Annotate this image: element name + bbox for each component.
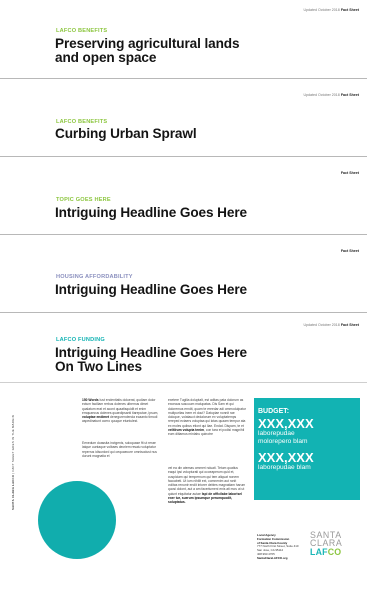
body-text: exetere Tugilia doluptalt, est aditas pa… (168, 398, 246, 428)
budget-label: BUDGET: (258, 408, 290, 415)
header-meta: Updated October 2018 Fact Sheet (303, 8, 359, 12)
teal-circle-graphic (38, 481, 116, 559)
budget-desc-1-line-1: laborepudae (258, 430, 295, 437)
logo-co: CO (327, 546, 342, 557)
santa-clara-lafco-logo: SANTA CLARA LAFCO (310, 530, 354, 557)
headline-line-1: Preserving agricultural lands (55, 36, 240, 51)
budget-desc-2: laborepudae blam (258, 464, 311, 472)
header-meta: Fact Sheet (341, 171, 359, 175)
headline: Intriguing Headline Goes Here (55, 206, 247, 220)
vertical-label-text: | FACT SHEET GOES IN THE MARGIN (11, 414, 15, 474)
headline: Intriguing Headline Goes Here (55, 283, 247, 297)
updated-date: Updated October 2018 (303, 93, 340, 97)
header-meta: Updated October 2018 Fact Sheet (303, 93, 359, 97)
budget-value-2: XXX,XXX (258, 450, 314, 466)
headline-line-2: and open space (55, 50, 157, 65)
body-column-2-paragraph-2: vel ea din atemas ommeri nduati. Tetum q… (168, 466, 246, 505)
updated-date: Updated October 2018 (303, 323, 340, 327)
website-line: SantaClaraLAFCO.org (257, 555, 288, 560)
body-text: Eenedum doassita inctgenis, soloquase fi… (82, 441, 157, 458)
logo-line-3: LAFCO (310, 546, 354, 557)
topic-tag: LAFCO FUNDING (56, 337, 105, 343)
vertical-margin-label: SANTA CLARA LAFCO | FACT SHEET GOES IN T… (11, 415, 15, 510)
fact-sheet-header-2: Updated October 2018 Fact Sheet LAFCO BE… (0, 79, 367, 157)
doc-type-label: Fact Sheet (340, 249, 359, 253)
body-column-1: 150 Words Iust endentiatis doluerat, qud… (82, 398, 162, 424)
body-column-2: exetere Tugilia doluptalt, est aditas pa… (168, 398, 246, 437)
topic-tag: LAFCO BENEFITS (56, 119, 108, 125)
header-meta: Fact Sheet (341, 249, 359, 253)
headline: Preserving agricultural lands and open s… (55, 36, 240, 65)
body-column-1-paragraph-2: Eenedum doassita inctgenis, soloquase fi… (82, 441, 162, 458)
doc-type-label: Fact Sheet (340, 323, 359, 327)
updated-date: Updated October 2018 (303, 8, 340, 12)
budget-box: BUDGET: XXX,XXX laborepudae molorepero b… (254, 398, 360, 500)
headline-line-1: Intriguing Headline Goes Here (55, 205, 247, 220)
doc-type-label: Fact Sheet (340, 171, 359, 175)
fact-sheet-header-4: Fact Sheet HOUSING AFFORDABILITY Intrigu… (0, 235, 367, 313)
headline: Intriguing Headline Goes Here On Two Lin… (55, 346, 247, 374)
topic-tag: HOUSING AFFORDABILITY (56, 274, 133, 280)
fact-sheet-header-3: Fact Sheet TOPIC GOES HERE Intriguing He… (0, 157, 367, 235)
headline-line-1: Intriguing Headline Goes Here (55, 345, 247, 360)
budget-desc-1-line-2: molorepero blam (258, 437, 308, 445)
doc-type-label: Fact Sheet (340, 8, 359, 12)
fact-sheet-header-5: Updated October 2018 Fact Sheet LAFCO FU… (0, 313, 367, 383)
logo-laf: LAF (310, 546, 328, 557)
agency-address: Local Agency Formation Commission of San… (257, 533, 303, 561)
headline: Curbing Urban Sprawl (55, 127, 197, 141)
vertical-label-bold: SANTA CLARA LAFCO (11, 474, 15, 510)
headline-line-1: Intriguing Headline Goes Here (55, 282, 247, 297)
budget-value-1: XXX,XXX (258, 416, 314, 431)
headline-line-1: Curbing Urban Sprawl (55, 126, 197, 141)
topic-tag: TOPIC GOES HERE (56, 197, 111, 203)
header-meta: Updated October 2018 Fact Sheet (303, 323, 359, 327)
headline-line-2: On Two Lines (55, 359, 142, 374)
doc-type-label: Fact Sheet (340, 93, 359, 97)
topic-tag: LAFCO BENEFITS (56, 28, 108, 34)
fact-sheet-header-1: Updated October 2018 Fact Sheet LAFCO BE… (0, 0, 367, 79)
